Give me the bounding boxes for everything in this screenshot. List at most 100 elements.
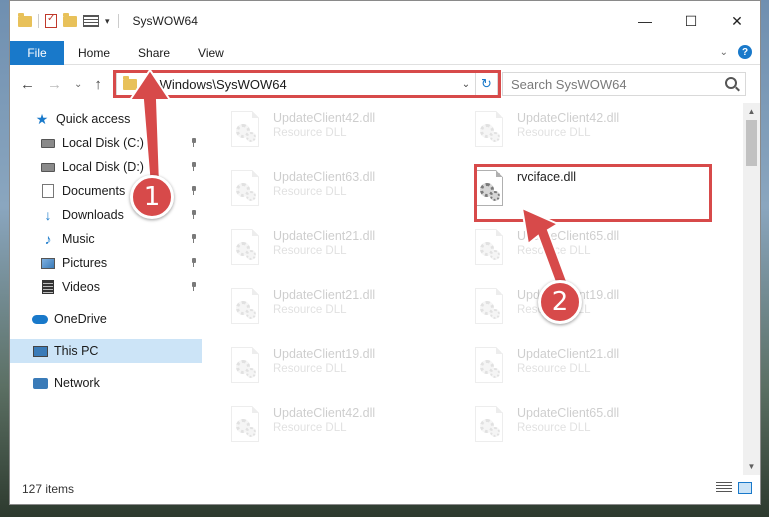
file-item-rvciface[interactable]: rvciface.dll xyxy=(459,162,699,218)
expand-ribbon-icon[interactable]: ⌄ xyxy=(720,47,728,58)
file-item[interactable]: UpdateClient42.dll Resource DLL xyxy=(459,103,699,159)
sidebar-item-downloads[interactable]: ↓ Downloads xyxy=(10,203,202,227)
minimize-button[interactable]: — xyxy=(622,1,668,41)
file-item[interactable]: UpdateClient42.dll Resource DLL xyxy=(215,398,455,454)
videos-icon xyxy=(40,279,56,295)
close-button[interactable]: ✕ xyxy=(714,1,760,41)
scrollbar-thumb[interactable] xyxy=(746,120,757,166)
sidebar-item-onedrive[interactable]: OneDrive xyxy=(10,307,202,331)
file-name: rvciface.dll xyxy=(517,170,577,184)
details-view-icon[interactable] xyxy=(716,482,732,494)
file-item[interactable]: UpdateClient21.dll Resource DLL xyxy=(459,339,699,395)
sidebar-item-label: Local Disk (C:) xyxy=(62,136,144,150)
file-type: Resource DLL xyxy=(517,422,591,434)
file-name: UpdateClient63.dll xyxy=(273,170,376,184)
sidebar-item-local-disk-d[interactable]: Local Disk (D:) xyxy=(10,155,202,179)
file-item[interactable]: UpdateClient42.dll Resource DLL xyxy=(215,103,455,159)
sidebar-item-pictures[interactable]: Pictures xyxy=(10,251,202,275)
file-name: UpdateClient42.dll xyxy=(517,111,620,125)
pictures-icon xyxy=(40,255,56,271)
dll-file-icon xyxy=(473,111,507,151)
search-icon[interactable] xyxy=(725,77,737,89)
ribbon-tabs: File Home Share View ⌄ ? xyxy=(10,40,760,65)
sidebar-item-label: Documents xyxy=(62,184,126,198)
file-name: UpdateClient21.dll xyxy=(273,288,376,302)
recent-locations-icon[interactable]: ⌄ xyxy=(74,79,82,90)
sidebar-item-label: Downloads xyxy=(62,208,124,222)
file-name: UpdateClient65.dll xyxy=(517,406,620,420)
toolbar-divider xyxy=(38,14,39,28)
step-2-badge: 2 xyxy=(538,280,582,324)
pin-icon[interactable] xyxy=(190,162,198,172)
address-path[interactable]: C:\Windows\SysWOW64 xyxy=(143,77,457,92)
sidebar-item-label: This PC xyxy=(54,344,99,358)
forward-arrow-icon[interactable]: → xyxy=(47,76,62,93)
disk-icon xyxy=(40,135,56,151)
file-item[interactable]: UpdateClient21.dll Resource DLL xyxy=(215,221,455,277)
navigation-pane: ★ Quick access Local Disk (C:) Local Dis… xyxy=(10,103,202,475)
disk-icon xyxy=(40,159,56,175)
title-divider xyxy=(117,14,119,28)
dll-file-icon xyxy=(473,406,507,446)
file-item[interactable]: UpdateClient21.dll Resource DLL xyxy=(215,280,455,336)
back-arrow-icon[interactable]: ← xyxy=(20,76,35,93)
file-name: UpdateClient42.dll xyxy=(273,406,376,420)
maximize-button[interactable]: ☐ xyxy=(668,1,714,41)
sidebar-item-label: OneDrive xyxy=(54,312,107,326)
sidebar-item-label: Quick access xyxy=(56,112,131,126)
pin-icon[interactable] xyxy=(190,234,198,244)
file-type: Resource DLL xyxy=(517,245,591,257)
sidebar-item-this-pc[interactable]: This PC xyxy=(10,339,202,363)
tab-view[interactable]: View xyxy=(184,46,238,60)
pin-icon[interactable] xyxy=(190,282,198,292)
address-bar[interactable]: C:\Windows\SysWOW64 ⌄ ↻ xyxy=(116,72,498,96)
pin-icon[interactable] xyxy=(190,186,198,196)
file-type: Resource DLL xyxy=(273,186,347,198)
onedrive-cloud-icon xyxy=(32,311,48,327)
network-icon xyxy=(32,375,48,391)
file-type: Resource DLL xyxy=(517,363,591,375)
sidebar-item-label: Music xyxy=(62,232,95,246)
file-item[interactable]: UpdateClient65.dll Resource DLL xyxy=(459,398,699,454)
dll-file-icon xyxy=(473,347,507,387)
customize-toolbar-dropdown-icon[interactable]: ▾ xyxy=(105,16,110,27)
file-name: UpdateClient42.dll xyxy=(273,111,376,125)
scroll-up-icon[interactable]: ▲ xyxy=(743,103,760,120)
file-item[interactable]: UpdateClient65.dll Resource DLL xyxy=(459,221,699,277)
sidebar-item-music[interactable]: ♪ Music xyxy=(10,227,202,251)
vertical-scrollbar[interactable]: ▲ ▼ xyxy=(743,103,760,475)
search-input[interactable]: Search SysWOW64 xyxy=(502,72,746,96)
dll-file-icon xyxy=(473,229,507,269)
pin-icon[interactable] xyxy=(190,138,198,148)
file-name: UpdateClient21.dll xyxy=(517,347,620,361)
sidebar-item-network[interactable]: Network xyxy=(10,371,202,395)
file-item[interactable]: UpdateClient63.dll Resource DLL xyxy=(215,162,455,218)
properties-icon[interactable] xyxy=(45,13,57,28)
pin-icon[interactable] xyxy=(190,258,198,268)
star-icon: ★ xyxy=(35,110,49,127)
folder-icon[interactable] xyxy=(18,12,32,27)
downloads-icon: ↓ xyxy=(44,207,52,223)
pin-icon[interactable] xyxy=(190,210,198,220)
up-arrow-icon[interactable]: ↑ xyxy=(94,76,102,93)
refresh-icon[interactable]: ↻ xyxy=(475,73,497,95)
sidebar-item-quick-access[interactable]: ★ Quick access xyxy=(10,107,202,131)
help-icon[interactable]: ? xyxy=(738,45,752,59)
tab-file[interactable]: File xyxy=(10,40,64,65)
address-dropdown-icon[interactable]: ⌄ xyxy=(457,79,475,90)
window-controls: — ☐ ✕ xyxy=(622,1,760,41)
folder-icon xyxy=(123,75,137,90)
sidebar-item-local-disk-c[interactable]: Local Disk (C:) xyxy=(10,131,202,155)
large-icons-view-icon[interactable] xyxy=(738,482,752,494)
sidebar-item-videos[interactable]: Videos xyxy=(10,275,202,299)
file-type: Resource DLL xyxy=(273,304,347,316)
navigation-bar: ← → ⌄ ↑ C:\Windows\SysWOW64 ⌄ ↻ Search S… xyxy=(10,65,760,103)
file-item[interactable]: UpdateClient19.dll Resource DLL xyxy=(215,339,455,395)
status-bar: 127 items xyxy=(10,473,760,504)
new-folder-icon[interactable] xyxy=(63,12,77,27)
view-icon[interactable] xyxy=(83,15,99,27)
tab-share[interactable]: Share xyxy=(124,46,184,60)
dll-file-icon xyxy=(229,170,263,210)
tab-home[interactable]: Home xyxy=(64,46,124,60)
title-bar: ▾ SysWOW64 — ☐ ✕ xyxy=(10,1,760,41)
